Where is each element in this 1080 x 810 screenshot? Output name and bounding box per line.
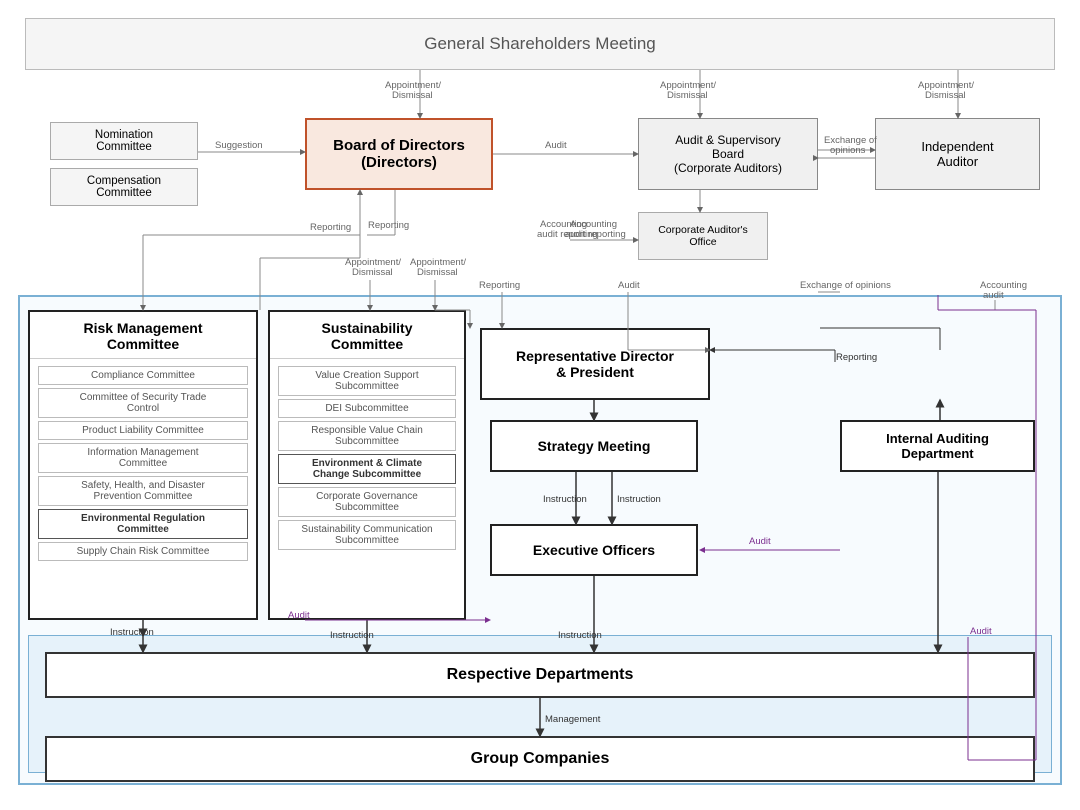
sc-item-sustainability-comm: Sustainability CommunicationSubcommittee bbox=[278, 520, 456, 550]
svg-text:Audit: Audit bbox=[545, 140, 567, 151]
svg-text:Suggestion: Suggestion bbox=[215, 140, 263, 151]
ind-auditor-label: Independent Auditor bbox=[921, 139, 993, 169]
svg-text:Reporting: Reporting bbox=[368, 220, 409, 231]
group-companies-box: Group Companies bbox=[45, 736, 1035, 782]
rmc-title: Risk Management Committee bbox=[30, 312, 256, 359]
svg-text:opinions: opinions bbox=[830, 145, 866, 156]
rmc-item-info-mgmt: Information ManagementCommittee bbox=[38, 443, 248, 473]
resp-depts-label: Respective Departments bbox=[447, 666, 634, 684]
svg-text:Appointment/: Appointment/ bbox=[410, 257, 466, 268]
svg-text:Appointment/: Appointment/ bbox=[660, 80, 716, 91]
nomination-committee-box: Nomination Committee bbox=[50, 122, 198, 160]
gsm-box: General Shareholders Meeting bbox=[25, 18, 1055, 70]
rmc-item-safety-health: Safety, Health, and DisasterPrevention C… bbox=[38, 476, 248, 506]
svg-text:Audit: Audit bbox=[618, 280, 640, 291]
corp-auditors-office-box: Corporate Auditor's Office bbox=[638, 212, 768, 260]
diagram: General Shareholders Meeting Nomination … bbox=[0, 0, 1080, 810]
svg-text:Exchange of: Exchange of bbox=[824, 135, 877, 146]
sc-item-env-climate: Environment & ClimateChange Subcommittee bbox=[278, 454, 456, 484]
sc-item-dei: DEI Subcommittee bbox=[278, 399, 456, 418]
rmc-items-list: Compliance Committee Committee of Securi… bbox=[30, 359, 256, 568]
gsm-label: General Shareholders Meeting bbox=[424, 34, 656, 54]
strategy-meeting-label: Strategy Meeting bbox=[538, 438, 651, 454]
sustainability-committee-box: Sustainability Committee Value Creation … bbox=[268, 310, 466, 620]
svg-text:Accounting: Accounting bbox=[980, 280, 1027, 291]
svg-text:Accounting: Accounting bbox=[570, 219, 617, 230]
sc-items-list: Value Creation SupportSubcommittee DEI S… bbox=[270, 359, 464, 557]
svg-text:Appointment/: Appointment/ bbox=[345, 257, 401, 268]
rmc-item-compliance: Compliance Committee bbox=[38, 366, 248, 385]
independent-auditor-box: Independent Auditor bbox=[875, 118, 1040, 190]
risk-management-committee-box: Risk Management Committee Compliance Com… bbox=[28, 310, 258, 620]
svg-text:Dismissal: Dismissal bbox=[925, 90, 966, 101]
svg-text:Dismissal: Dismissal bbox=[392, 90, 433, 101]
svg-text:Dismissal: Dismissal bbox=[667, 90, 708, 101]
sc-item-value-creation: Value Creation SupportSubcommittee bbox=[278, 366, 456, 396]
svg-text:Reporting: Reporting bbox=[479, 280, 520, 291]
strategy-meeting-box: Strategy Meeting bbox=[490, 420, 698, 472]
exec-officers-label: Executive Officers bbox=[533, 542, 655, 558]
executive-officers-box: Executive Officers bbox=[490, 524, 698, 576]
corp-audit-label: Corporate Auditor's Office bbox=[658, 224, 748, 248]
svg-text:Appointment/: Appointment/ bbox=[918, 80, 974, 91]
rmc-item-env-reg: Environmental RegulationCommittee bbox=[38, 509, 248, 539]
audit-board-label: Audit & Supervisory Board (Corporate Aud… bbox=[674, 133, 782, 175]
internal-auditing-dept-box: Internal Auditing Department bbox=[840, 420, 1035, 472]
representative-director-box: Representative Director & President bbox=[480, 328, 710, 400]
group-cos-label: Group Companies bbox=[471, 750, 610, 768]
rmc-item-supply-chain: Supply Chain Risk Committee bbox=[38, 542, 248, 561]
audit-supervisory-board-box: Audit & Supervisory Board (Corporate Aud… bbox=[638, 118, 818, 190]
svg-text:Dismissal: Dismissal bbox=[352, 267, 393, 278]
svg-text:Appointment/: Appointment/ bbox=[385, 80, 441, 91]
rmc-item-security-trade: Committee of Security TradeControl bbox=[38, 388, 248, 418]
compensation-committee-box: Compensation Committee bbox=[50, 168, 198, 206]
svg-text:Accounting: Accounting bbox=[540, 219, 587, 230]
svg-text:Dismissal: Dismissal bbox=[417, 267, 458, 278]
svg-text:Exchange of opinions: Exchange of opinions bbox=[800, 280, 891, 291]
compensation-committee-label: Compensation Committee bbox=[87, 175, 161, 199]
int-audit-label: Internal Auditing Department bbox=[886, 431, 989, 461]
svg-text:audit reporting: audit reporting bbox=[565, 229, 626, 240]
respective-departments-box: Respective Departments bbox=[45, 652, 1035, 698]
board-of-directors-box: Board of Directors (Directors) bbox=[305, 118, 493, 190]
svg-text:audit reporting: audit reporting bbox=[537, 229, 598, 240]
rmc-item-product-liability: Product Liability Committee bbox=[38, 421, 248, 440]
svg-text:Reporting: Reporting bbox=[310, 222, 351, 233]
sc-item-resp-value-chain: Responsible Value ChainSubcommittee bbox=[278, 421, 456, 451]
board-label: Board of Directors (Directors) bbox=[333, 137, 465, 171]
nomination-committee-label: Nomination Committee bbox=[95, 129, 153, 153]
sc-title: Sustainability Committee bbox=[270, 312, 464, 359]
sc-item-corp-governance: Corporate GovernanceSubcommittee bbox=[278, 487, 456, 517]
rep-director-label: Representative Director & President bbox=[516, 348, 674, 380]
